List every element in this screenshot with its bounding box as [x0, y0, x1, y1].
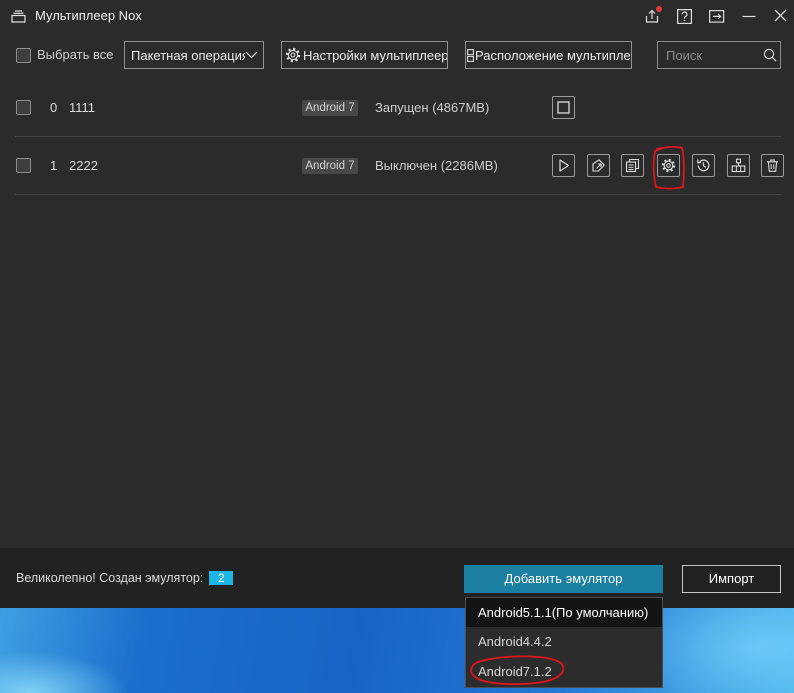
emulator-status: Выключен (2286MB) — [375, 158, 498, 173]
notification-dot — [656, 6, 662, 12]
android-version-badge: Android 7 — [302, 158, 358, 174]
android-version-badge: Android 7 — [302, 100, 358, 116]
stop-icon — [557, 101, 570, 114]
help-icon[interactable] — [677, 9, 692, 24]
search-icon[interactable] — [763, 48, 777, 62]
network-button[interactable] — [727, 154, 750, 177]
start-button[interactable] — [552, 154, 575, 177]
history-icon — [697, 159, 710, 172]
multi-drive-layout-button[interactable]: Расположение мультипле — [465, 41, 632, 69]
play-icon — [559, 159, 570, 172]
emulator-index: 0 — [50, 100, 58, 115]
exit-icon[interactable] — [709, 9, 725, 24]
row-divider — [15, 194, 781, 195]
menu-item-android-5-1-1[interactable]: Android5.1.1(По умолчанию) — [466, 598, 662, 627]
emulator-settings-button[interactable] — [657, 154, 680, 177]
search-box — [657, 41, 781, 69]
stop-button[interactable] — [552, 96, 575, 119]
stack-icon — [11, 10, 26, 23]
created-count-badge: 2 — [209, 571, 234, 585]
batch-operation-label: Пакетная операция — [131, 47, 245, 63]
chevron-down-icon — [245, 51, 258, 59]
status-message: Великолепно! Создан эмулятор: 2 — [16, 570, 234, 586]
desktop-background — [0, 608, 794, 693]
row-checkbox[interactable] — [16, 100, 31, 115]
status-message-text: Великолепно! Создан эмулятор: — [16, 571, 204, 585]
menu-item-android-7-1-2[interactable]: Android7.1.2 — [466, 657, 662, 687]
gear-icon — [285, 47, 301, 63]
batch-operation-dropdown[interactable]: Пакетная операция — [124, 41, 264, 69]
close-icon[interactable] — [773, 8, 788, 23]
window-title: Мультиплеер Nox — [35, 8, 142, 23]
clone-button[interactable] — [621, 154, 644, 177]
layout-button-label: Расположение мультипле — [475, 47, 631, 63]
android-version-menu: Android5.1.1(По умолчанию) Android4.4.2 … — [465, 597, 663, 688]
import-label: Импорт — [708, 571, 755, 586]
create-shortcut-button[interactable] — [587, 154, 610, 177]
multi-drive-settings-button[interactable]: Настройки мультиплеер — [281, 41, 448, 69]
network-icon — [731, 158, 746, 173]
multi-drive-window: Мультиплеер Nox Выбрать все Пакетная опе… — [0, 0, 794, 608]
copy-icon — [625, 158, 640, 173]
layout-icon — [467, 48, 474, 62]
add-emulator-label: Добавить эмулятор — [504, 571, 623, 586]
minimize-icon[interactable] — [741, 8, 757, 24]
emulator-name: 1111 — [69, 100, 96, 115]
settings-button-label: Настройки мультиплеер — [303, 47, 448, 63]
add-emulator-button[interactable]: Добавить эмулятор — [464, 565, 663, 593]
menu-item-android-4-4-2[interactable]: Android4.4.2 — [466, 627, 662, 657]
shortcut-icon — [592, 159, 605, 172]
trash-icon — [767, 159, 778, 172]
row-checkbox[interactable] — [16, 158, 31, 173]
footer-bar: Великолепно! Создан эмулятор: 2 Добавить… — [0, 548, 794, 608]
delete-button[interactable] — [761, 154, 784, 177]
select-all-label: Выбрать все — [37, 47, 114, 62]
backup-restore-button[interactable] — [692, 154, 715, 177]
search-input[interactable] — [658, 42, 758, 68]
emulator-index: 1 — [50, 158, 58, 173]
emulator-status: Запущен (4867MB) — [375, 100, 490, 115]
select-all-checkbox[interactable] — [16, 48, 31, 63]
emulator-name: 2222 — [69, 158, 98, 173]
settings-gear-icon — [661, 158, 676, 173]
import-button[interactable]: Импорт — [682, 565, 781, 593]
titlebar: Мультиплеер Nox — [0, 0, 794, 32]
